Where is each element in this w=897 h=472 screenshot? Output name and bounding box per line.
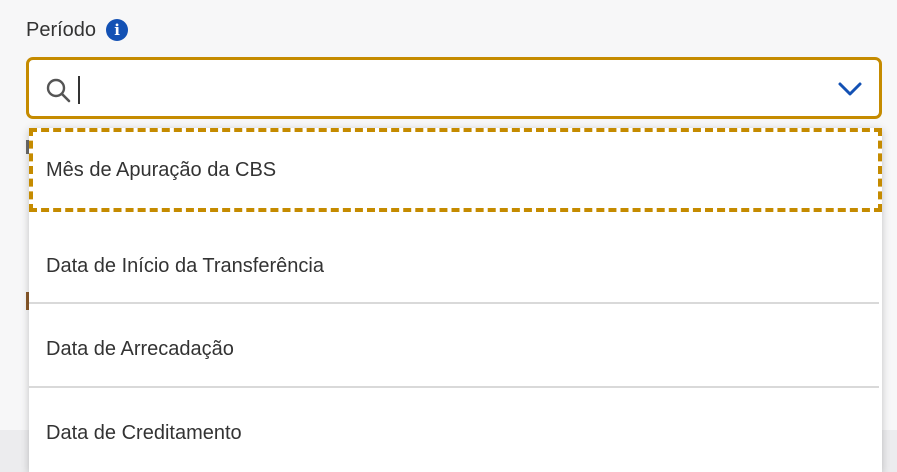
dropdown-option-data-arrecadacao[interactable]: Data de Arrecadação bbox=[29, 307, 882, 391]
option-label: Data de Creditamento bbox=[46, 421, 242, 444]
dropdown-list: Mês de Apuração da CBS Data de Início da… bbox=[29, 128, 882, 472]
dropdown-option-data-inicio-transferencia[interactable]: Data de Início da Transferência bbox=[29, 224, 882, 308]
dropdown-option-mes-apuracao[interactable]: Mês de Apuração da CBS bbox=[29, 128, 882, 212]
option-label: Data de Arrecadação bbox=[46, 337, 234, 360]
period-combobox[interactable] bbox=[26, 57, 882, 119]
period-field-panel: Período i Mês de Apuração da CBS Data de… bbox=[0, 0, 897, 472]
option-label: Data de Início da Transferência bbox=[46, 254, 324, 277]
dropdown-option-data-creditamento[interactable]: Data de Creditamento bbox=[29, 391, 882, 472]
field-label: Período bbox=[26, 19, 97, 41]
option-divider bbox=[29, 302, 879, 304]
option-label: Mês de Apuração da CBS bbox=[46, 158, 277, 181]
option-divider bbox=[29, 386, 879, 388]
search-input[interactable] bbox=[85, 70, 785, 110]
chevron-down-icon[interactable] bbox=[837, 78, 863, 100]
search-icon bbox=[46, 78, 71, 103]
text-cursor bbox=[78, 76, 80, 104]
info-icon[interactable]: i bbox=[106, 19, 129, 41]
field-label-row: Período i bbox=[26, 18, 129, 42]
